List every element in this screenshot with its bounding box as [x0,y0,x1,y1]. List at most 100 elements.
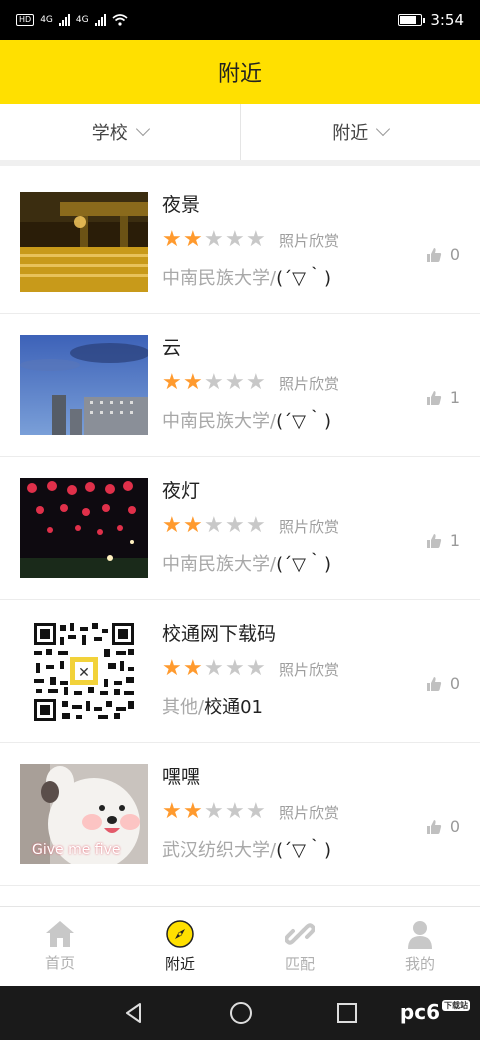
like-count: 1 [449,531,460,550]
item-info: 夜灯 ★ ★ ★ ★ ★ 照片欣赏 中南民族大学/(´▽｀) [162,478,480,578]
star-icon: ★ [204,799,224,824]
tab-label: 首页 [44,954,75,972]
chevron-down-icon [376,121,391,137]
star-icon: ★ [162,513,182,538]
thumbs-up-icon [426,819,441,834]
star-icon: ★ [183,656,203,681]
star-icon: ★ [183,513,203,538]
star-icon: ★ [225,656,245,681]
recents-icon[interactable] [336,1002,358,1024]
item-user: (´▽｀) [276,840,331,861]
like-button[interactable]: 0 [426,245,460,264]
like-count: 1 [449,388,460,407]
photo-thumbnail [20,192,148,292]
item-category: 照片欣赏 [279,803,340,822]
item-user: 校通01 [204,697,263,718]
like-button[interactable]: 1 [426,531,460,550]
like-count: 0 [449,245,460,264]
signal-icon [58,14,70,26]
item-info: 云 ★ ★ ★ ★ ★ 照片欣赏 中南民族大学/(´▽｀) [162,335,480,435]
star-icon: ★ [204,227,224,252]
item-category: 照片欣赏 [279,660,340,679]
item-title: 嘿嘿 [162,766,201,788]
tab-label: 我的 [404,955,435,973]
battery-icon [398,14,426,26]
star-icon: ★ [183,227,203,252]
thumbs-up-icon [426,247,441,262]
item-location: 中南民族大学/(´▽｀) [162,264,331,290]
list-item[interactable]: Give me five 嘿嘿 ★ ★ ★ ★ ★ 照片欣赏 武汉纺织大学/(´▽｀) … [0,743,480,886]
star-icon: ★ [246,656,266,681]
filter-school-dropdown[interactable]: 学校 [0,104,240,160]
tab-label: 附近 [164,955,195,973]
status-left: HD 4G 4G [16,14,128,26]
svg-text:✕: ✕ [78,665,90,681]
item-location: 中南民族大学/(´▽｀) [162,550,331,576]
system-nav-bar: pc6 下载站 [0,986,480,1040]
star-icon: ★ [246,227,266,252]
bottom-tab-bar: 首页 附近 匹配 我的 [0,906,480,986]
star-icon: ★ [225,370,245,395]
filter-nearby-dropdown[interactable]: 附近 [239,104,480,160]
watermark-logo: pc6 下载站 [399,1000,470,1024]
like-button[interactable]: 0 [426,674,460,693]
star-icon: ★ [246,799,266,824]
tab-profile[interactable]: 我的 [360,907,480,986]
home-circle-icon[interactable] [229,1001,253,1025]
item-location: 武汉纺织大学/(´▽｀) [162,836,331,862]
item-category: 照片欣赏 [279,231,340,250]
item-user: (´▽｀) [276,554,331,575]
like-button[interactable]: 1 [426,388,460,407]
user-icon [408,921,432,949]
tab-nearby[interactable]: 附近 [120,907,240,986]
item-info: 校通网下载码 ★ ★ ★ ★ ★ 照片欣赏 其他/校通01 [162,621,480,721]
like-count: 0 [449,674,460,693]
item-user: (´▽｀) [276,268,331,289]
photo-thumbnail [20,335,148,435]
list-item[interactable]: 夜灯 ★ ★ ★ ★ ★ 照片欣赏 中南民族大学/(´▽｀) 1 [0,457,480,600]
top-header: 附近 [0,40,480,104]
tab-match[interactable]: 匹配 [240,907,360,986]
hd-badge: HD [16,14,35,26]
list-item[interactable]: ✕ 校通网下载码 ★ ★ ★ ★ ★ 照片欣赏 其他/校通01 0 [0,600,480,743]
list-item[interactable]: 夜景 ★ ★ ★ ★ ★ 照片欣赏 中南民族大学/(´▽｀) 0 [0,171,480,314]
status-right: 3:54 [398,11,464,29]
item-user: (´▽｀) [276,411,331,432]
star-icon: ★ [183,370,203,395]
thumbs-up-icon [426,390,441,405]
thumbnail-caption: Give me five [32,842,121,858]
qr-code-thumbnail: ✕ [20,621,148,721]
thumbs-up-icon [426,676,441,691]
status-time: 3:54 [430,11,464,29]
link-icon [285,923,315,945]
item-school: 武汉纺织大学 [162,840,270,861]
like-count: 0 [449,817,460,836]
home-icon [46,921,74,947]
item-location: 中南民族大学/(´▽｀) [162,407,331,433]
star-icon: ★ [225,227,245,252]
item-info: 夜景 ★ ★ ★ ★ ★ 照片欣赏 中南民族大学/(´▽｀) [162,192,480,292]
status-bar: HD 4G 4G 3:54 [0,0,480,40]
list-item[interactable]: 云 ★ ★ ★ ★ ★ 照片欣赏 中南民族大学/(´▽｀) 1 [0,314,480,457]
tab-label: 匹配 [284,955,315,973]
filter-bar: 学校 附近 [0,104,480,166]
signal-icon-2 [94,14,106,26]
star-icon: ★ [225,513,245,538]
tab-home[interactable]: 首页 [0,907,120,986]
back-icon[interactable] [122,1001,146,1025]
like-button[interactable]: 0 [426,817,460,836]
item-title: 云 [162,337,182,359]
star-icon: ★ [204,370,224,395]
photo-thumbnail: Give me five [20,764,148,864]
item-info: 嘿嘿 ★ ★ ★ ★ ★ 照片欣赏 武汉纺织大学/(´▽｀) [162,764,480,864]
star-icon: ★ [204,656,224,681]
wifi-icon [112,14,128,26]
star-icon: ★ [162,227,182,252]
compass-icon [166,920,194,948]
item-title: 夜灯 [162,480,201,502]
item-school: 中南民族大学 [162,554,270,575]
filter-label: 学校 [91,123,128,144]
item-school: 其他 [162,697,198,718]
item-category: 照片欣赏 [279,517,340,536]
star-icon: ★ [225,799,245,824]
